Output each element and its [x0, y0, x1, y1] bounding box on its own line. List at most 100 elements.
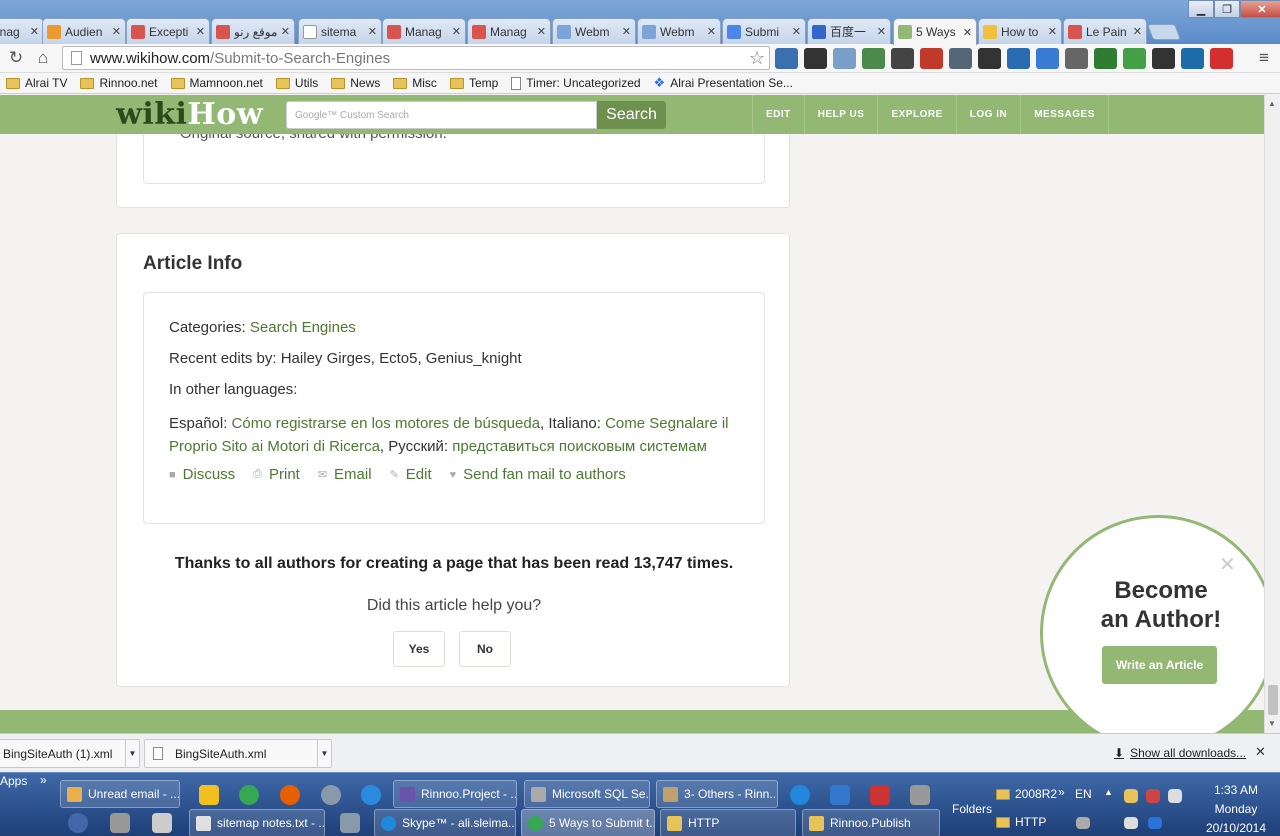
browser-tab[interactable]: Manag ✕ [467, 18, 551, 44]
wikihow-logo[interactable]: wikiHow [116, 97, 263, 132]
browser-tab[interactable]: How to ✕ [978, 18, 1062, 44]
close-tab-icon[interactable]: ✕ [30, 25, 39, 38]
extension-icon[interactable] [775, 48, 798, 69]
taskbar-item[interactable]: 5 Ways to Submit t... [521, 809, 655, 836]
app-icon[interactable] [910, 785, 930, 805]
browser-tab[interactable]: Manag ✕ [382, 18, 466, 44]
folders-toolbar-label[interactable]: Folders [952, 802, 992, 816]
taskbar-item[interactable]: Skype™ - ali.sleima... [374, 809, 516, 836]
bookmark-item[interactable]: News [331, 76, 380, 90]
reload-icon[interactable]: ↻ [6, 48, 26, 68]
tray-expand-icon[interactable]: ▲ [1104, 787, 1113, 797]
scroll-down-icon[interactable]: ▼ [1268, 719, 1276, 728]
bookmark-item[interactable]: Alrai TV [6, 76, 67, 90]
browser-tab[interactable]: sitema ✕ [298, 18, 382, 44]
nav-help-us[interactable]: HELP US [803, 95, 878, 134]
extension-icon[interactable] [1036, 48, 1059, 69]
ru-link[interactable]: представиться поисковым системам [452, 438, 707, 455]
extension-icon[interactable] [1210, 48, 1233, 69]
browser-tab[interactable]: Webm ✕ [637, 18, 721, 44]
close-tab-icon[interactable]: ✕ [963, 26, 972, 39]
extension-icon[interactable] [862, 48, 885, 69]
menu-icon[interactable]: ≡ [1254, 48, 1274, 68]
close-shelf-icon[interactable]: ✕ [1255, 744, 1266, 760]
app-icon[interactable] [830, 785, 850, 805]
chevron-right-icon[interactable]: » [40, 773, 47, 787]
browser-tab[interactable]: Submi ✕ [722, 18, 806, 44]
close-tab-icon[interactable]: ✕ [196, 25, 205, 38]
fan-mail-link[interactable]: ♥ Send fan mail to authors [450, 466, 626, 483]
category-link[interactable]: Search Engines [250, 319, 356, 336]
browser-tab[interactable]: Webm ✕ [552, 18, 636, 44]
skype-tray-icon[interactable] [790, 785, 810, 805]
dropbox-icon[interactable] [1148, 817, 1162, 829]
browser-tab[interactable]: Le Pain ✕ [1063, 18, 1147, 44]
browser-tab[interactable]: موقع رنو ✕ [211, 18, 295, 44]
close-popup-icon[interactable]: ✕ [1219, 552, 1236, 577]
close-tab-icon[interactable]: ✕ [707, 25, 716, 38]
bookmark-item[interactable]: Utils [275, 76, 318, 90]
extension-icon[interactable] [833, 48, 856, 69]
search-button[interactable]: Search [597, 101, 666, 129]
tray-icon[interactable] [1146, 789, 1160, 803]
bookmark-item[interactable]: Temp [449, 76, 498, 90]
taskbar-item[interactable]: Unread email - ... [60, 780, 180, 808]
extension-icon[interactable] [949, 48, 972, 69]
print-link[interactable]: ⎙ Print [253, 466, 300, 483]
browser-tab[interactable]: 5 Ways ✕ [893, 18, 977, 45]
edit-link[interactable]: ✎ Edit [390, 466, 432, 483]
system-clock[interactable]: 1:33 AM Monday 20/10/2014 [1196, 781, 1276, 836]
taskbar-item[interactable]: HTTP [660, 809, 796, 836]
close-tab-icon[interactable]: ✕ [452, 25, 461, 38]
search-input[interactable]: Google™ Custom Search [286, 101, 597, 129]
extension-icon[interactable] [891, 48, 914, 69]
nav-explore[interactable]: EXPLORE [877, 95, 955, 134]
write-article-button[interactable]: Write an Article [1102, 646, 1217, 684]
close-window-button[interactable]: ✕ [1240, 0, 1280, 18]
app-icon[interactable] [340, 813, 360, 833]
close-tab-icon[interactable]: ✕ [877, 25, 886, 38]
nav-messages[interactable]: MESSAGES [1020, 95, 1109, 134]
ie-icon[interactable] [361, 785, 381, 805]
tray-icon[interactable] [1124, 789, 1138, 803]
close-tab-icon[interactable]: ✕ [537, 25, 546, 38]
bookmark-item[interactable]: ❖ Alrai Presentation Se... [654, 75, 793, 91]
app-icon[interactable] [68, 813, 88, 833]
folder-http[interactable]: HTTP [996, 815, 1046, 829]
maximize-button[interactable]: ❐ [1214, 0, 1240, 18]
new-tab-button[interactable] [1147, 24, 1181, 40]
bookmark-star-icon[interactable]: ☆ [749, 48, 765, 69]
extension-icon[interactable] [1094, 48, 1117, 69]
es-link[interactable]: Cómo registrarse en los motores de búsqu… [232, 415, 541, 432]
taskbar-item[interactable]: Microsoft SQL Se... [524, 780, 650, 808]
taskbar-item[interactable]: Rinnoo.Publish [802, 809, 940, 836]
bookmark-item[interactable]: Rinnoo.net [80, 76, 158, 90]
browser-tab[interactable]: 百度一 ✕ [807, 18, 891, 44]
no-button[interactable]: No [459, 631, 511, 667]
email-link[interactable]: ✉ Email [318, 466, 372, 483]
page-scrollbar[interactable]: ▲ ▼ [1264, 95, 1280, 733]
language-indicator[interactable]: EN [1075, 787, 1092, 801]
nav-edit[interactable]: EDIT [752, 95, 804, 134]
notes-icon[interactable] [199, 785, 219, 805]
extension-icon[interactable] [1152, 48, 1175, 69]
calculator-icon[interactable] [152, 813, 172, 833]
bookmark-item[interactable]: Timer: Uncategorized [511, 76, 641, 90]
extension-icon[interactable] [1123, 48, 1146, 69]
minimize-button[interactable]: ▁ [1188, 0, 1214, 18]
home-icon[interactable]: ⌂ [33, 48, 53, 68]
close-tab-icon[interactable]: ✕ [112, 25, 121, 38]
network-icon[interactable] [1124, 817, 1138, 829]
show-all-downloads-link[interactable]: ⬇ Show all downloads... [1114, 746, 1246, 760]
close-tab-icon[interactable]: ✕ [281, 25, 290, 38]
discuss-link[interactable]: ■ Discuss [169, 466, 235, 483]
browser-tab[interactable]: Audien ✕ [42, 18, 126, 44]
browser-tab[interactable]: Excepti ✕ [126, 18, 210, 44]
close-tab-icon[interactable]: ✕ [792, 25, 801, 38]
close-tab-icon[interactable]: ✕ [1133, 25, 1142, 38]
close-tab-icon[interactable]: ✕ [622, 25, 631, 38]
app-icon[interactable] [870, 785, 890, 805]
nav-log-in[interactable]: LOG IN [955, 95, 1020, 134]
firefox-icon[interactable] [280, 785, 300, 805]
download-item[interactable]: BingSiteAuth.xml ▼ [144, 739, 332, 768]
